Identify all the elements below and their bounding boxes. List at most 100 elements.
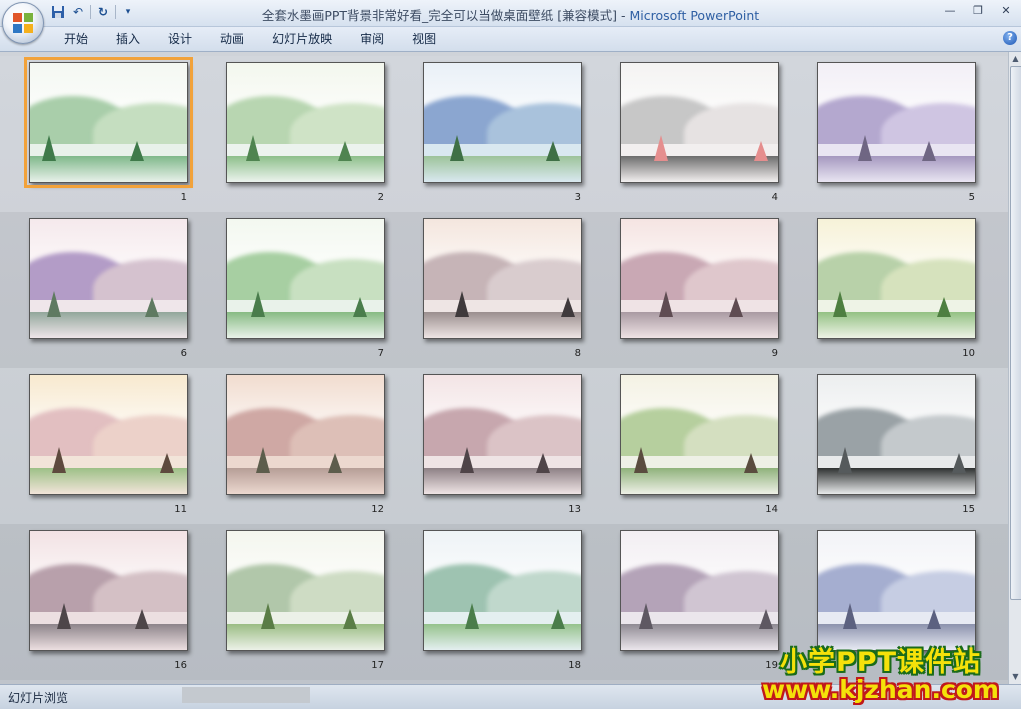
slide-thumbnail[interactable] <box>817 218 976 339</box>
title-separator: - <box>617 8 630 23</box>
ribbon-tabs: 开始 插入 设计 动画 幻灯片放映 审阅 视图 <box>50 31 450 47</box>
ribbon: 开始 插入 设计 动画 幻灯片放映 审阅 视图 ? <box>0 27 1021 52</box>
slide-tree <box>536 452 550 473</box>
view-mode-label: 幻灯片浏览 <box>8 691 69 705</box>
horizontal-scroll-thumb[interactable] <box>182 687 310 703</box>
slide-tree <box>759 608 773 629</box>
slide-thumbnail[interactable] <box>423 374 582 495</box>
slide-tree <box>659 290 673 317</box>
slide-tree <box>833 290 847 317</box>
slide-tree <box>729 296 743 317</box>
slide-tree <box>160 452 174 473</box>
slide-number: 16 <box>174 660 187 671</box>
slide-number: 5 <box>968 192 975 203</box>
vertical-scrollbar[interactable]: ▲ ▼ <box>1008 52 1021 684</box>
slide-thumbnail[interactable] <box>226 62 385 183</box>
slide-tree <box>754 140 768 161</box>
slide-thumbnail[interactable] <box>423 530 582 651</box>
slide-thumbnail[interactable] <box>226 218 385 339</box>
tab-insert[interactable]: 插入 <box>102 31 154 47</box>
slide-thumbnail[interactable] <box>24 57 193 188</box>
slide-tree <box>343 608 357 629</box>
slide-thumbnail[interactable] <box>29 530 188 651</box>
tab-review[interactable]: 审阅 <box>346 31 398 47</box>
slide-tree <box>561 296 575 317</box>
slide-tree <box>744 452 758 473</box>
watermark: 小学PPT课件站 www.kjzhan.com <box>762 640 999 704</box>
tab-view[interactable]: 视图 <box>398 31 450 47</box>
slide-tree <box>455 290 469 317</box>
slide-tree <box>858 134 872 161</box>
scroll-thumb[interactable] <box>1010 66 1021 600</box>
slide-tree <box>460 446 474 473</box>
watermark-url: www.kjzhan.com <box>762 675 999 704</box>
slide-tree <box>937 296 951 317</box>
slide-tree <box>551 608 565 629</box>
watermark-title: 小学PPT课件站 <box>780 647 982 678</box>
minimize-icon[interactable]: — <box>941 3 959 19</box>
slide-ground <box>227 467 384 494</box>
slide-ground <box>818 155 975 182</box>
help-icon[interactable]: ? <box>1003 31 1017 45</box>
slide-number: 1 <box>180 192 187 203</box>
slide-thumbnail[interactable] <box>29 218 188 339</box>
close-icon[interactable]: ✕ <box>997 3 1015 19</box>
slide-tree <box>952 452 966 473</box>
slide-thumbnail[interactable] <box>620 374 779 495</box>
slide-tree <box>353 296 367 317</box>
slide-tree <box>546 140 560 161</box>
slide-tree <box>328 452 342 473</box>
slide-number: 12 <box>371 504 384 515</box>
slide-thumbnail[interactable] <box>817 62 976 183</box>
scroll-down-icon[interactable]: ▼ <box>1009 670 1021 684</box>
slide-number: 6 <box>180 348 187 359</box>
slide-thumbnail[interactable] <box>620 530 779 651</box>
slide-number: 17 <box>371 660 384 671</box>
slide-thumbnail[interactable] <box>620 62 779 183</box>
slide-ground <box>227 623 384 650</box>
slide-number: 3 <box>574 192 581 203</box>
slide-sorter: 1 2 3 4 5 6 7 8 9 10 11 12 13 14 15 16 17 18 19 20 <box>0 52 1008 684</box>
scroll-up-icon[interactable]: ▲ <box>1009 52 1021 66</box>
slide-tree <box>52 446 66 473</box>
slide-ground <box>424 311 581 338</box>
slide-tree <box>130 140 144 161</box>
slide-thumbnail[interactable] <box>817 530 976 651</box>
slide-tree <box>145 296 159 317</box>
tab-slideshow[interactable]: 幻灯片放映 <box>258 31 346 47</box>
slide-tree <box>57 602 71 629</box>
slide-number: 7 <box>377 348 384 359</box>
document-title: 全套水墨画PPT背景非常好看_完全可以当做桌面壁纸 [兼容模式] <box>261 8 618 23</box>
tab-design[interactable]: 设计 <box>154 31 206 47</box>
slide-tree <box>927 608 941 629</box>
slide-number: 15 <box>962 504 975 515</box>
tab-animations[interactable]: 动画 <box>206 31 258 47</box>
slide-tree <box>843 602 857 629</box>
slide-ground <box>621 311 778 338</box>
tab-home[interactable]: 开始 <box>50 31 102 47</box>
slide-tree <box>251 290 265 317</box>
slide-thumbnail[interactable] <box>226 530 385 651</box>
slide-tree <box>465 602 479 629</box>
slide-tree <box>261 602 275 629</box>
slide-ground <box>424 467 581 494</box>
slide-thumbnail[interactable] <box>423 62 582 183</box>
window-controls: — ❐ ✕ <box>941 3 1015 19</box>
slide-tree <box>634 446 648 473</box>
slide-thumbnail[interactable] <box>620 218 779 339</box>
slide-thumbnail[interactable] <box>226 374 385 495</box>
slide-tree <box>450 134 464 161</box>
slide-tree <box>838 446 852 473</box>
restore-icon[interactable]: ❐ <box>969 3 987 19</box>
slide-thumbnail[interactable] <box>423 218 582 339</box>
app-name: Microsoft PowerPoint <box>629 8 760 23</box>
office-button[interactable] <box>2 2 44 44</box>
slide-number: 4 <box>771 192 778 203</box>
slide-thumbnail[interactable] <box>817 374 976 495</box>
slide-number: 9 <box>771 348 778 359</box>
slide-number: 11 <box>174 504 187 515</box>
slide-tree <box>654 134 668 161</box>
slide-tree <box>135 608 149 629</box>
slide-tree <box>639 602 653 629</box>
slide-thumbnail[interactable] <box>29 374 188 495</box>
